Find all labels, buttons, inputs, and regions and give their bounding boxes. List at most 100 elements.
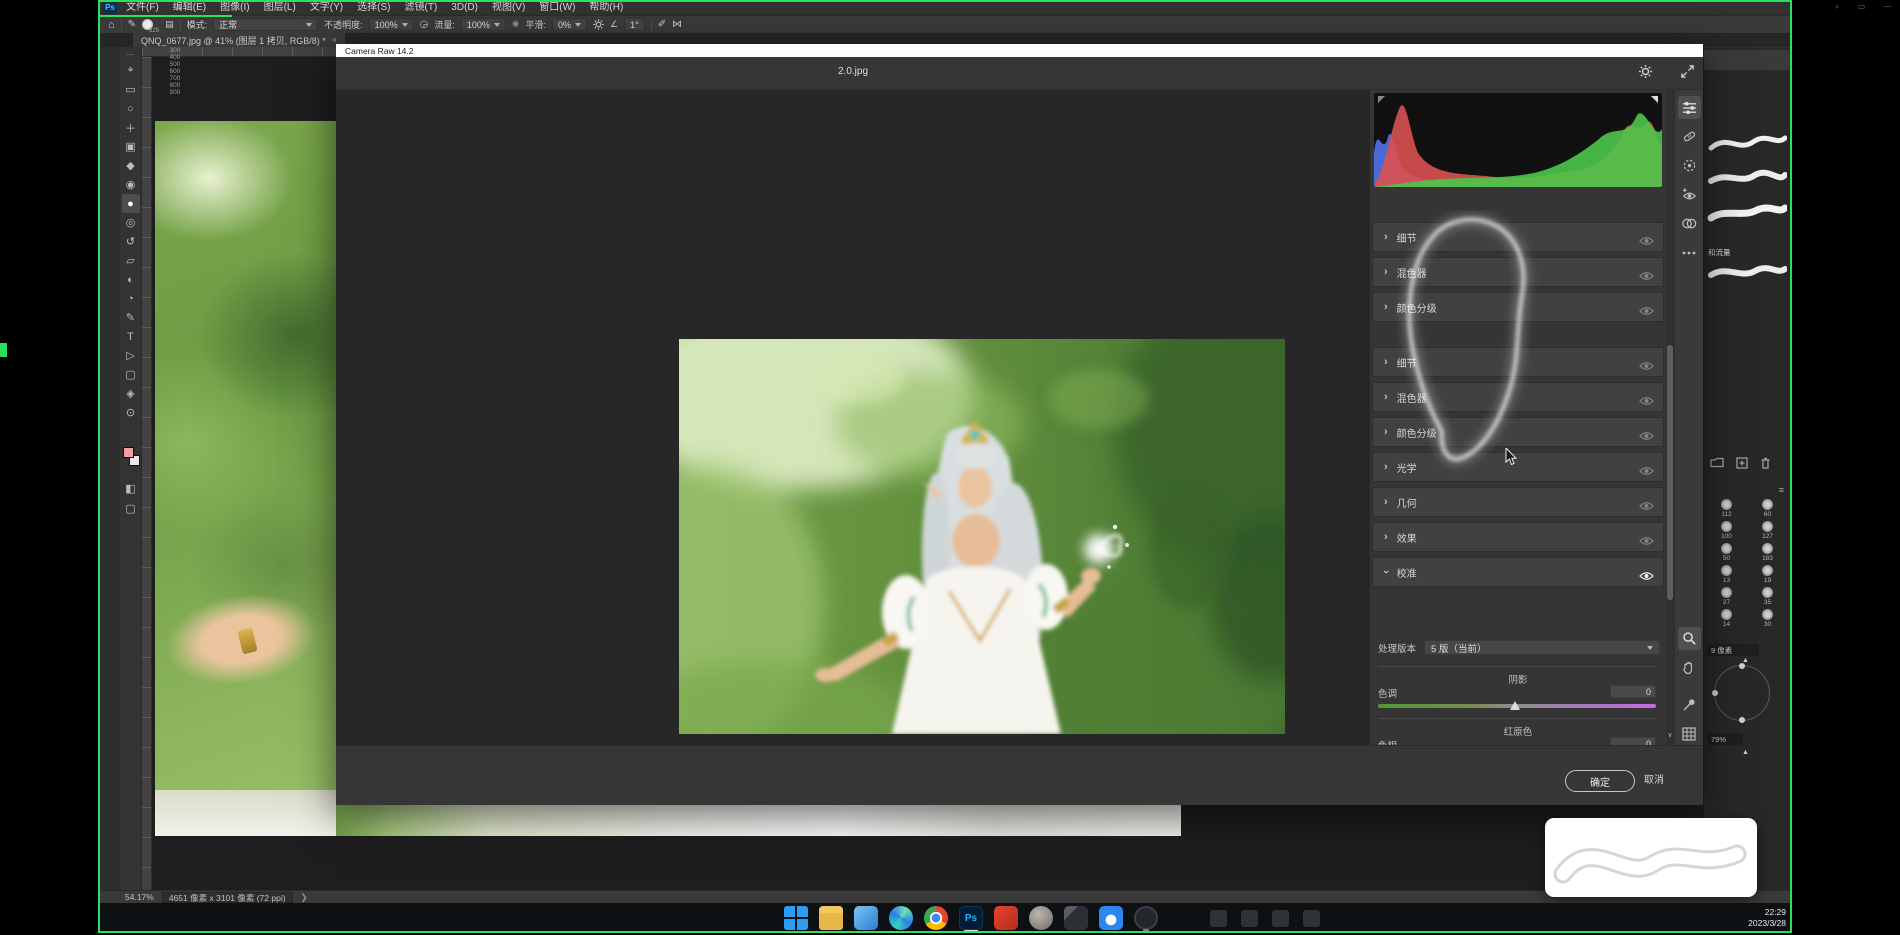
screen-mode-icon[interactable]: ▢ bbox=[122, 499, 140, 518]
document-tab[interactable]: QNQ_0677.jpg @ 41% (图层 1 拷贝, RGB/8) * × bbox=[133, 33, 345, 47]
presets-icon[interactable] bbox=[1678, 212, 1701, 235]
capture-side-tab[interactable] bbox=[0, 343, 7, 357]
wheel-app[interactable] bbox=[1134, 906, 1158, 930]
type-tool[interactable]: T bbox=[122, 327, 140, 346]
brush-panel-toggle-icon[interactable]: ▤ bbox=[165, 19, 174, 30]
brush-preset-thumbnail[interactable] bbox=[1707, 259, 1787, 285]
menu-item[interactable]: 视图(V) bbox=[485, 0, 532, 15]
hand-tool-icon[interactable] bbox=[1678, 656, 1701, 679]
edit-tool-icon[interactable] bbox=[1678, 96, 1701, 119]
quick-mask-icon[interactable]: ◧ bbox=[122, 479, 140, 498]
camera-raw-preview[interactable]: 适应（47%） 30% bbox=[336, 90, 1370, 745]
brush-preset[interactable]: 30 bbox=[1750, 609, 1785, 628]
zoom-tool[interactable]: ⊙ bbox=[122, 403, 140, 422]
menu-item[interactable]: 3D(D) bbox=[444, 0, 485, 15]
tray-icon[interactable] bbox=[1210, 910, 1227, 927]
status-chevron-icon[interactable]: ❯ bbox=[301, 892, 308, 903]
menu-item[interactable]: 帮助(H) bbox=[582, 0, 630, 15]
toolbar-more-icon[interactable]: ⋯ bbox=[127, 50, 135, 59]
section-geometry[interactable]: ›几何 bbox=[1372, 487, 1664, 517]
fullscreen-icon[interactable] bbox=[1680, 64, 1695, 79]
masking-tool-icon[interactable] bbox=[1678, 154, 1701, 177]
document-photo-left-fragment[interactable] bbox=[155, 121, 336, 836]
grid-overlay-icon[interactable] bbox=[1678, 722, 1701, 745]
menu-item[interactable]: 图层(L) bbox=[257, 0, 303, 15]
start-button[interactable] bbox=[784, 906, 808, 930]
red-app[interactable] bbox=[994, 906, 1018, 930]
section-detail[interactable]: ›细节 bbox=[1372, 347, 1664, 377]
eye-icon[interactable] bbox=[1639, 568, 1654, 586]
tint-slider[interactable] bbox=[1378, 704, 1656, 708]
trash-icon[interactable] bbox=[1760, 457, 1771, 469]
crop-tool[interactable]: ▣ bbox=[122, 137, 140, 156]
brush-preset[interactable]: 183 bbox=[1750, 543, 1785, 562]
brush-tool[interactable]: ● bbox=[122, 194, 140, 213]
wet-brush-icon[interactable]: ✐ bbox=[658, 19, 666, 30]
eye-icon[interactable] bbox=[1639, 233, 1654, 251]
chrome-browser[interactable] bbox=[924, 906, 948, 930]
camera-raw-title-bar[interactable]: Camera Raw 14.2 bbox=[336, 44, 1703, 57]
brush-tool-icon[interactable]: ✎ bbox=[128, 19, 136, 30]
dark-app[interactable] bbox=[1064, 906, 1088, 930]
brush-preset[interactable]: 27 bbox=[1709, 587, 1744, 606]
histogram[interactable] bbox=[1374, 93, 1662, 187]
photoshop-app[interactable]: Ps bbox=[959, 906, 983, 930]
panel-menu-icon[interactable]: ≡ bbox=[1779, 485, 1784, 495]
edge-browser[interactable] bbox=[889, 906, 913, 930]
file-explorer[interactable] bbox=[819, 906, 843, 930]
new-item-icon[interactable] bbox=[1736, 457, 1748, 469]
symmetry-icon[interactable]: ⋈ bbox=[672, 19, 682, 30]
menu-item[interactable]: 文字(Y) bbox=[303, 0, 350, 15]
menu-item[interactable]: 窗口(W) bbox=[532, 0, 582, 15]
gear-icon[interactable] bbox=[593, 19, 604, 30]
brush-preset[interactable]: 112 bbox=[1709, 499, 1744, 518]
quick-select-tool[interactable]: ＋ bbox=[122, 118, 140, 137]
blur-tool[interactable]: ◔ bbox=[122, 289, 140, 308]
more-options-icon[interactable] bbox=[1678, 241, 1701, 264]
marquee-tool[interactable]: ▭ bbox=[122, 80, 140, 99]
section-color-grading[interactable]: ›颜色分级 bbox=[1372, 292, 1664, 322]
scrollbar-thumb[interactable] bbox=[1667, 345, 1673, 600]
tint-value-field[interactable]: 0 bbox=[1610, 685, 1656, 698]
brush-preset[interactable]: 50 bbox=[1709, 543, 1744, 562]
brush-size-field[interactable]: 9 像素 bbox=[1707, 644, 1759, 656]
home-icon[interactable]: ⌂ bbox=[108, 19, 115, 31]
smoothing-select[interactable]: 0% bbox=[552, 18, 587, 31]
cloud-drive-app[interactable] bbox=[1099, 906, 1123, 930]
gray-app[interactable] bbox=[1029, 906, 1053, 930]
lasso-tool[interactable]: ○ bbox=[122, 99, 140, 118]
brush-preset[interactable]: 100 bbox=[1709, 521, 1744, 540]
brush-preset[interactable]: 127 bbox=[1750, 521, 1785, 540]
folder-icon[interactable] bbox=[1710, 457, 1724, 468]
cancel-button[interactable]: 取消 bbox=[1644, 770, 1664, 792]
eye-icon[interactable] bbox=[1639, 463, 1654, 481]
brush-preset[interactable]: 14 bbox=[1709, 609, 1744, 628]
process-version-select[interactable]: 5 版（当前） bbox=[1424, 640, 1660, 655]
eye-icon[interactable] bbox=[1639, 358, 1654, 376]
eye-icon[interactable] bbox=[1639, 393, 1654, 411]
tray-icon[interactable] bbox=[1272, 910, 1289, 927]
section-optics[interactable]: ›光学 bbox=[1372, 452, 1664, 482]
menu-item[interactable]: 滤镜(T) bbox=[398, 0, 445, 15]
airbrush-icon[interactable]: ※ bbox=[512, 19, 520, 30]
section-color-mixer[interactable]: ›混色器 bbox=[1372, 382, 1664, 412]
panel-scrollbar[interactable]: ∨ bbox=[1666, 90, 1674, 745]
shadow-clipping-icon[interactable] bbox=[1378, 96, 1385, 103]
brush-spacing-field[interactable]: 79% bbox=[1707, 733, 1743, 745]
slider-thumb[interactable] bbox=[1510, 701, 1520, 710]
eye-icon[interactable] bbox=[1639, 498, 1654, 516]
photos-app[interactable] bbox=[854, 906, 878, 930]
menu-item[interactable]: 选择(S) bbox=[350, 0, 397, 15]
taskbar-clock[interactable]: 22:29 2023/3/28 bbox=[1748, 907, 1786, 929]
menu-item[interactable]: 文件(F) bbox=[119, 0, 166, 15]
ok-button[interactable]: 确定 bbox=[1565, 770, 1635, 792]
brush-preset[interactable]: 19 bbox=[1750, 565, 1785, 584]
tray-icon[interactable] bbox=[1241, 910, 1258, 927]
eye-icon[interactable] bbox=[1639, 533, 1654, 551]
zoom-tool-icon[interactable] bbox=[1678, 627, 1701, 650]
section-color-mixer[interactable]: ›混色器 bbox=[1372, 257, 1664, 287]
section-calibration-row[interactable]: › 校准 bbox=[1372, 557, 1664, 587]
tray-icon[interactable] bbox=[1303, 910, 1320, 927]
color-swatches[interactable] bbox=[123, 447, 140, 466]
eraser-tool[interactable]: ▱ bbox=[122, 251, 140, 270]
